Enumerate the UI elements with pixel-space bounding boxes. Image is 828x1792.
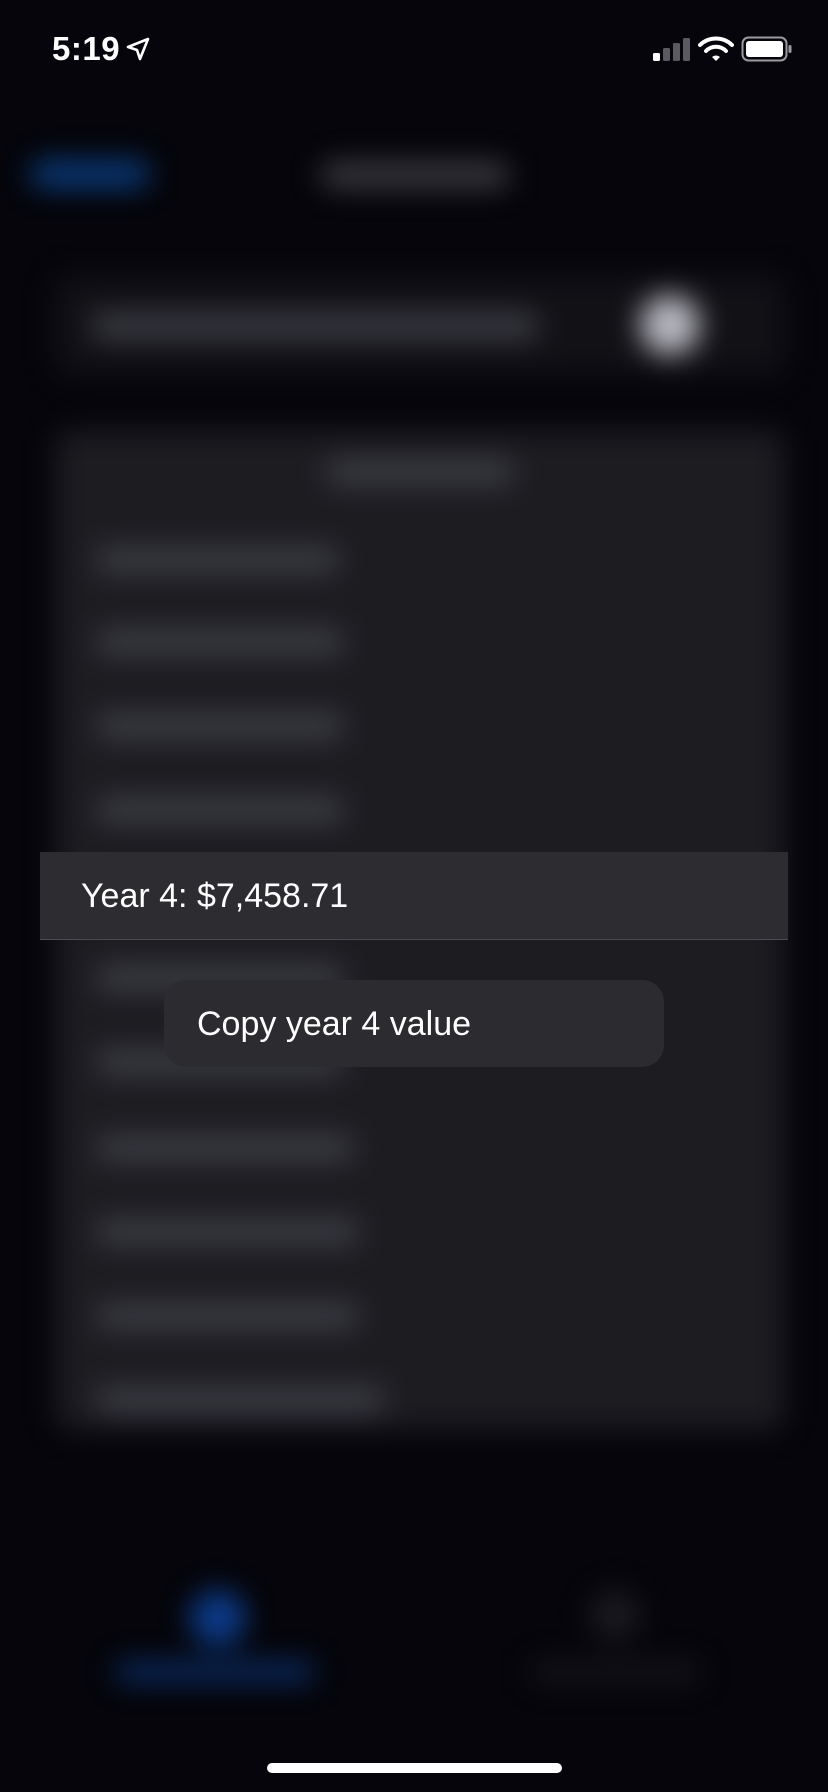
year-value-label: Year 4: $7,458.71	[81, 877, 349, 915]
context-menu: Copy year 4 value	[164, 980, 664, 1067]
blurred-tab-label	[115, 1662, 315, 1682]
status-time: 5:19	[52, 30, 121, 67]
copy-year-value-menu-item[interactable]: Copy year 4 value	[164, 980, 664, 1067]
blurred-list-row	[95, 628, 345, 656]
blurred-list-row	[95, 1134, 355, 1162]
blurred-back-button	[30, 160, 150, 188]
blurred-list-row	[95, 1218, 360, 1246]
blurred-list-row	[95, 1386, 385, 1414]
blurred-list-row	[95, 1302, 360, 1330]
blurred-summary-toggle	[640, 295, 700, 355]
screen: 5:19 Year 4: $7,458.71 Copy year 4 value	[0, 0, 828, 1792]
location-arrow-icon	[126, 37, 150, 61]
home-indicator[interactable]	[267, 1763, 562, 1773]
blurred-tab-icon	[590, 1590, 640, 1640]
blurred-summary-text	[90, 312, 540, 340]
focused-year-row: Year 4: $7,458.71	[40, 852, 788, 940]
blurred-nav-title	[320, 162, 510, 188]
blurred-tab-icon	[190, 1590, 246, 1646]
blurred-list-row	[95, 712, 345, 740]
blurred-list-row	[95, 796, 345, 824]
cellular-signal-icon	[653, 38, 690, 61]
blurred-list-header	[325, 458, 515, 486]
blurred-tab-label	[530, 1662, 700, 1682]
menu-item-label: Copy year 4 value	[197, 1005, 472, 1043]
status-bar: 5:19	[0, 0, 828, 100]
battery-icon	[741, 36, 792, 62]
blurred-list-row	[95, 546, 340, 574]
wifi-icon	[698, 36, 734, 61]
